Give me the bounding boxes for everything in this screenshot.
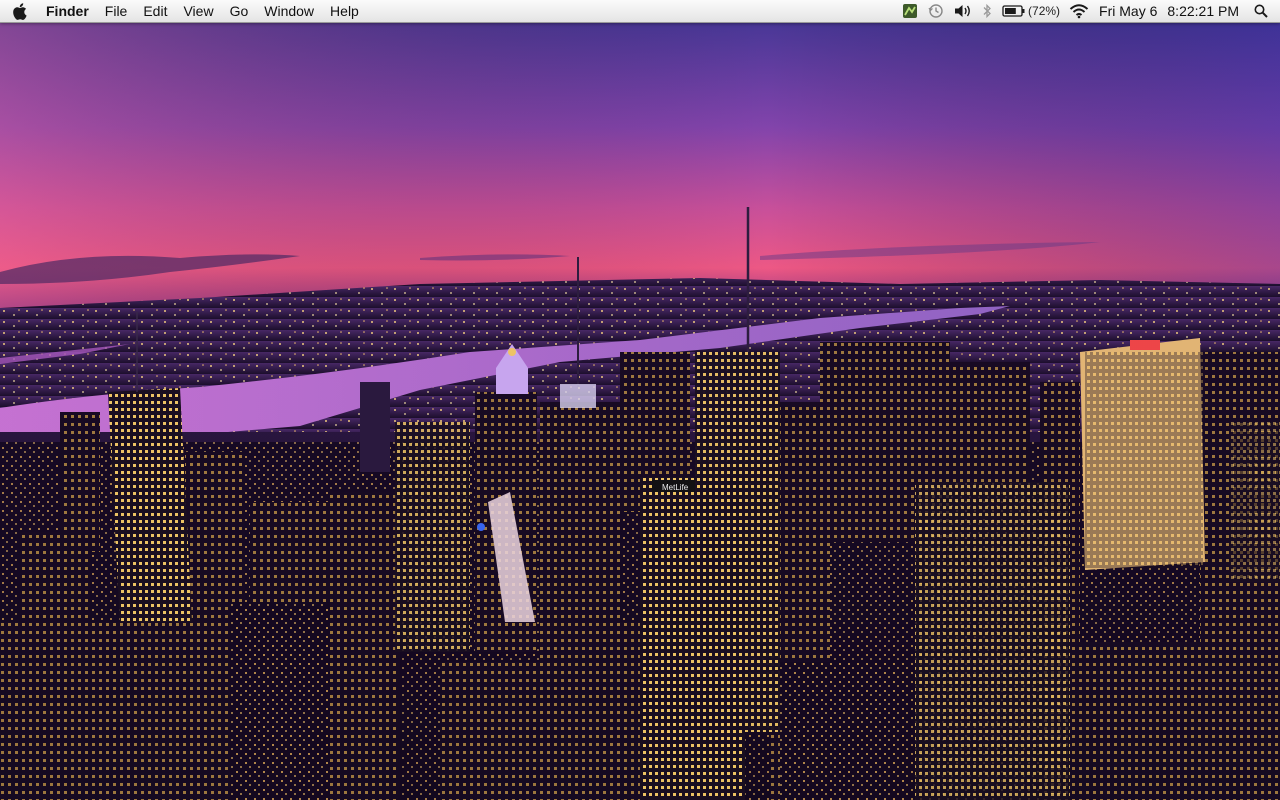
menu-window[interactable]: Window (256, 0, 322, 22)
menu-help[interactable]: Help (322, 0, 367, 22)
menu-bar: Finder File Edit View Go Window Help (72… (0, 0, 1280, 23)
menu-go[interactable]: Go (222, 0, 257, 22)
menu-edit[interactable]: Edit (135, 0, 175, 22)
menu-app-finder[interactable]: Finder (38, 0, 97, 22)
desktop-wallpaper: MetLife (0, 22, 1280, 800)
battery-percent: (72%) (1028, 4, 1061, 18)
bluetooth-icon[interactable] (977, 0, 997, 22)
wifi-icon[interactable] (1064, 0, 1094, 22)
status-area: (72%) Fri May 6 8:22:21 PM (897, 0, 1280, 22)
menu-view[interactable]: View (175, 0, 221, 22)
volume-icon[interactable] (949, 0, 977, 22)
menubar-date[interactable]: Fri May 6 (1094, 0, 1162, 22)
battery-icon[interactable] (997, 0, 1028, 22)
menu-file[interactable]: File (97, 0, 136, 22)
apple-menu-button[interactable] (0, 0, 38, 22)
time-machine-icon[interactable] (923, 0, 949, 22)
menubar-clock[interactable]: 8:22:21 PM (1162, 0, 1244, 22)
app-status-icon[interactable] (897, 0, 923, 22)
spotlight-icon[interactable] (1244, 0, 1280, 22)
apple-logo-icon (12, 2, 27, 20)
